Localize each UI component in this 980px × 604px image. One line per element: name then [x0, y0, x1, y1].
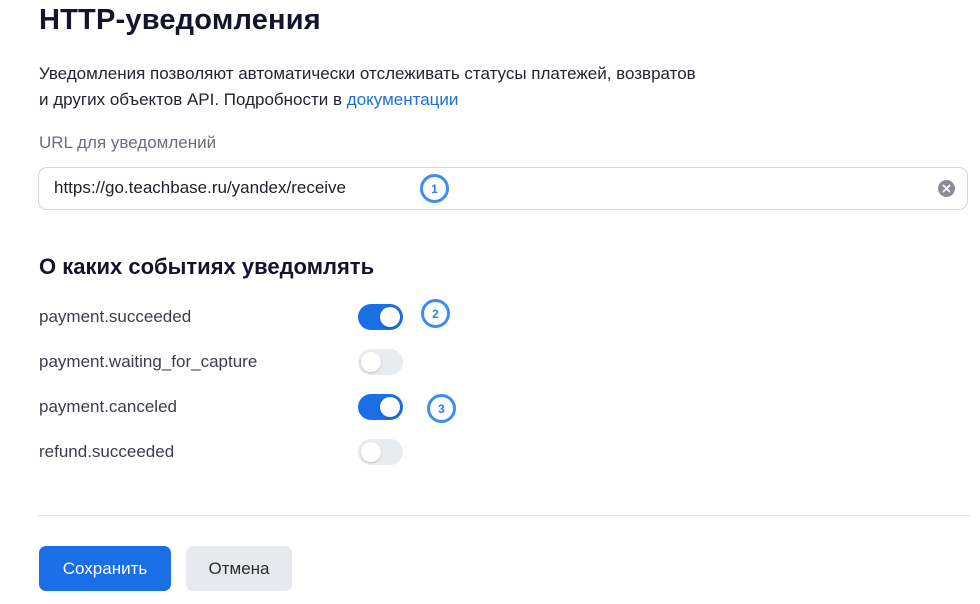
events-section-title: О каких событиях уведомлять	[39, 254, 375, 279]
event-name: payment.waiting_for_capture	[39, 352, 258, 371]
annotation-badge-3: 3	[427, 394, 456, 423]
toggle-payment-waiting-for-capture[interactable]	[358, 349, 403, 375]
toggle-knob	[361, 442, 381, 462]
annotation-badge-2: 2	[421, 299, 450, 328]
divider	[38, 515, 970, 516]
close-icon	[942, 184, 951, 193]
page-title: HTTP-уведомления	[39, 4, 321, 36]
url-field-label: URL для уведомлений	[39, 133, 217, 152]
toggle-payment-canceled[interactable]	[358, 394, 403, 420]
clear-icon[interactable]	[938, 180, 955, 197]
event-name: payment.canceled	[39, 397, 177, 416]
event-row-payment-succeeded: payment.succeeded	[39, 303, 459, 333]
event-row-refund-succeeded: refund.succeeded	[39, 438, 459, 468]
cancel-button[interactable]: Отмена	[186, 546, 292, 591]
toggle-refund-succeeded[interactable]	[358, 439, 403, 465]
event-name: payment.succeeded	[39, 307, 192, 326]
url-field	[38, 167, 968, 210]
toggle-knob	[361, 352, 381, 372]
url-input[interactable]	[54, 168, 414, 208]
description-line-2: и других объектов API. Подробности в	[39, 90, 347, 109]
toggle-payment-succeeded[interactable]	[358, 304, 403, 330]
description: Уведомления позволяют автоматически отсл…	[39, 61, 799, 113]
description-line-1: Уведомления позволяют автоматически отсл…	[39, 64, 696, 83]
docs-link[interactable]: документации	[347, 90, 459, 109]
toggle-knob	[380, 397, 400, 417]
annotation-badge-1: 1	[420, 174, 449, 203]
save-button[interactable]: Сохранить	[39, 546, 171, 591]
event-name: refund.succeeded	[39, 442, 175, 461]
event-row-payment-waiting-for-capture: payment.waiting_for_capture	[39, 348, 459, 378]
toggle-knob	[380, 307, 400, 327]
event-row-payment-canceled: payment.canceled	[39, 393, 459, 423]
